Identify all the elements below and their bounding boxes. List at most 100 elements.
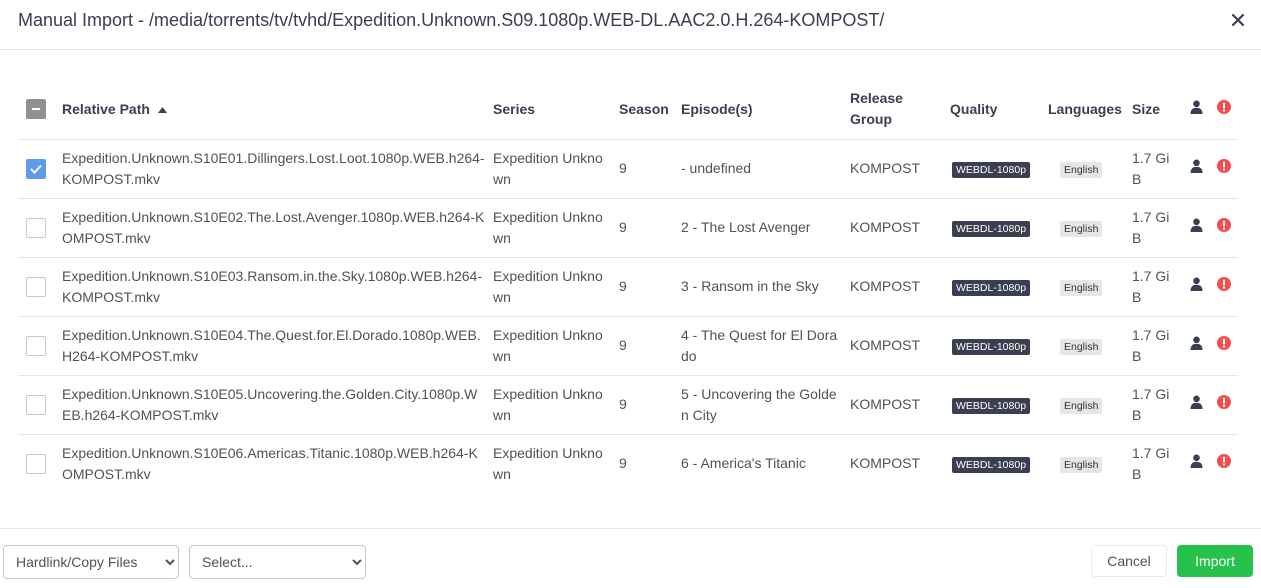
row-checkbox[interactable] — [26, 217, 46, 238]
series-cell[interactable]: Expedition Unknown — [493, 316, 619, 376]
season-cell[interactable]: 9 — [619, 434, 681, 493]
status-cell — [1210, 257, 1238, 317]
season-cell[interactable]: 9 — [619, 198, 681, 258]
column-relative-path[interactable]: Relative Path — [62, 80, 493, 140]
quality-cell[interactable]: WEBDL-1080p — [950, 375, 1048, 435]
table-row[interactable]: Expedition.Unknown.S10E03.Ransom.in.the.… — [18, 257, 1238, 317]
table-row[interactable]: Expedition.Unknown.S10E06.Americas.Titan… — [18, 434, 1238, 493]
episode-cell[interactable]: 4 - The Quest for El Dorado — [681, 316, 850, 376]
language-cell[interactable]: English — [1048, 375, 1132, 435]
relative-path-cell[interactable]: Expedition.Unknown.S10E01.Dillingers.Los… — [62, 139, 493, 199]
dialog-footer: Hardlink/Copy Files Select... Cancel Imp… — [0, 528, 1261, 588]
size-cell: 1.7 GiB — [1132, 139, 1182, 199]
table-row[interactable]: Expedition.Unknown.S10E04.The.Quest.for.… — [18, 316, 1238, 376]
warning-icon — [1217, 99, 1231, 114]
row-checkbox[interactable] — [26, 276, 46, 297]
language-badge: English — [1060, 339, 1103, 355]
episode-cell[interactable]: 5 - Uncovering the Golden City — [681, 375, 850, 435]
series-cell[interactable]: Expedition Unknown — [493, 139, 619, 199]
quality-badge: WEBDL-1080p — [952, 457, 1031, 474]
user-cell[interactable] — [1182, 316, 1210, 376]
release-group-cell[interactable]: KOMPOST — [850, 198, 950, 258]
episode-cell[interactable]: 2 - The Lost Avenger — [681, 198, 850, 258]
table-body: Expedition.Unknown.S10E01.Dillingers.Los… — [18, 139, 1238, 493]
column-episodes[interactable]: Episode(s) — [681, 80, 850, 140]
relative-path-cell[interactable]: Expedition.Unknown.S10E05.Uncovering.the… — [62, 375, 493, 435]
user-cell[interactable] — [1182, 198, 1210, 258]
size-cell: 1.7 GiB — [1132, 257, 1182, 317]
import-mode-select[interactable]: Hardlink/Copy Files — [3, 545, 179, 579]
quality-badge: WEBDL-1080p — [952, 398, 1031, 414]
series-cell[interactable]: Expedition Unknown — [493, 257, 619, 317]
quality-cell[interactable]: WEBDL-1080p — [950, 198, 1048, 258]
quality-badge: WEBDL-1080p — [952, 162, 1031, 178]
relative-path-cell[interactable]: Expedition.Unknown.S10E04.The.Quest.for.… — [62, 316, 493, 376]
language-cell[interactable]: English — [1048, 198, 1132, 258]
close-icon — [1231, 13, 1245, 27]
close-button[interactable] — [1227, 9, 1249, 31]
dialog-header: Manual Import - /media/torrents/tv/tvhd/… — [0, 0, 1261, 50]
season-cell[interactable]: 9 — [619, 257, 681, 317]
row-checkbox[interactable] — [26, 335, 46, 356]
cancel-button[interactable]: Cancel — [1091, 545, 1167, 577]
episode-cell[interactable]: 3 - Ransom in the Sky — [681, 257, 850, 317]
release-group-cell[interactable]: KOMPOST — [850, 434, 950, 493]
quality-cell[interactable]: WEBDL-1080p — [950, 139, 1048, 199]
secondary-select[interactable]: Select... — [189, 545, 366, 579]
row-checkbox-cell — [18, 257, 62, 317]
person-icon — [1190, 277, 1202, 291]
warning-icon — [1217, 336, 1231, 350]
release-group-cell[interactable]: KOMPOST — [850, 375, 950, 435]
status-cell — [1210, 139, 1238, 199]
language-cell[interactable]: English — [1048, 434, 1132, 493]
quality-cell[interactable]: WEBDL-1080p — [950, 434, 1048, 493]
column-series[interactable]: Series — [493, 80, 619, 140]
series-cell[interactable]: Expedition Unknown — [493, 434, 619, 493]
row-checkbox[interactable] — [26, 453, 46, 474]
column-quality[interactable]: Quality — [950, 80, 1048, 140]
column-season[interactable]: Season — [619, 80, 681, 140]
table-row[interactable]: Expedition.Unknown.S10E02.The.Lost.Aveng… — [18, 198, 1238, 258]
row-checkbox[interactable] — [26, 394, 46, 415]
table-row[interactable]: Expedition.Unknown.S10E05.Uncovering.the… — [18, 375, 1238, 435]
import-button[interactable]: Import — [1177, 545, 1253, 577]
quality-badge: WEBDL-1080p — [952, 280, 1031, 296]
relative-path-cell[interactable]: Expedition.Unknown.S10E02.The.Lost.Aveng… — [62, 198, 493, 258]
language-cell[interactable]: English — [1048, 139, 1132, 199]
episode-cell[interactable]: 6 - America's Titanic — [681, 434, 850, 493]
select-all-checkbox[interactable] — [26, 99, 46, 120]
person-icon — [1190, 395, 1202, 409]
user-cell[interactable] — [1182, 257, 1210, 317]
season-cell[interactable]: 9 — [619, 316, 681, 376]
column-release-group[interactable]: Release Group — [850, 80, 950, 140]
quality-badge: WEBDL-1080p — [952, 339, 1031, 355]
release-group-cell[interactable]: KOMPOST — [850, 139, 950, 199]
relative-path-cell[interactable]: Expedition.Unknown.S10E03.Ransom.in.the.… — [62, 257, 493, 317]
row-checkbox-cell — [18, 316, 62, 376]
user-cell[interactable] — [1182, 434, 1210, 493]
person-icon — [1190, 100, 1202, 114]
user-cell[interactable] — [1182, 375, 1210, 435]
release-group-cell[interactable]: KOMPOST — [850, 316, 950, 376]
relative-path-cell[interactable]: Expedition.Unknown.S10E06.Americas.Titan… — [62, 434, 493, 493]
row-checkbox[interactable] — [26, 158, 46, 179]
language-cell[interactable]: English — [1048, 316, 1132, 376]
size-cell: 1.7 GiB — [1132, 444, 1170, 482]
season-cell[interactable]: 9 — [619, 139, 681, 199]
episode-cell[interactable]: - undefined — [681, 139, 850, 199]
select-all-cell — [18, 80, 62, 140]
series-cell[interactable]: Expedition Unknown — [493, 198, 619, 258]
row-checkbox-cell — [18, 375, 62, 435]
warning-icon — [1217, 395, 1231, 409]
table-row[interactable]: Expedition.Unknown.S10E01.Dillingers.Los… — [18, 139, 1238, 199]
user-cell[interactable] — [1182, 139, 1210, 199]
quality-cell[interactable]: WEBDL-1080p — [950, 257, 1048, 317]
column-size[interactable]: Size — [1132, 80, 1182, 140]
series-cell[interactable]: Expedition Unknown — [493, 375, 619, 435]
quality-cell[interactable]: WEBDL-1080p — [950, 316, 1048, 376]
season-cell[interactable]: 9 — [619, 375, 681, 435]
language-cell[interactable]: English — [1048, 257, 1132, 317]
release-group-cell[interactable]: KOMPOST — [850, 257, 950, 317]
column-languages[interactable]: Languages — [1048, 80, 1132, 140]
column-user — [1182, 80, 1210, 140]
